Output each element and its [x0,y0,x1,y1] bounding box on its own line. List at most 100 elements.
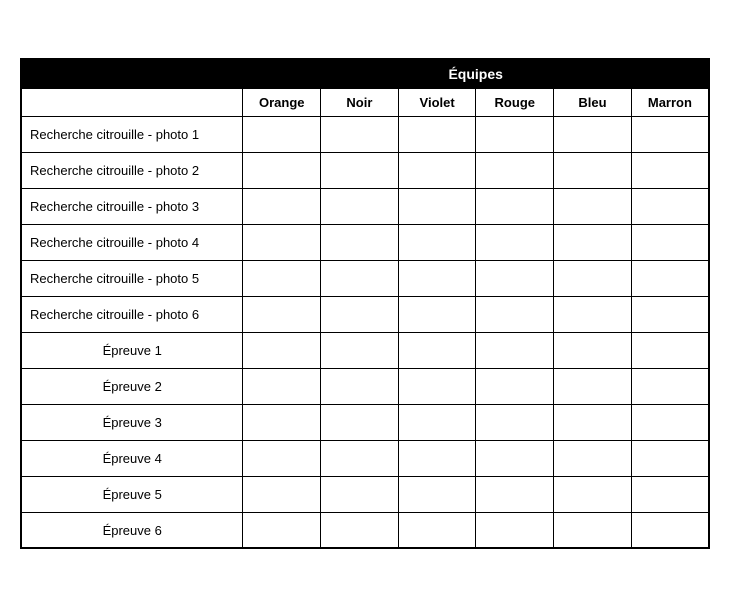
search-cell-1-5[interactable] [554,116,632,152]
epreuve-cell-5-4[interactable] [476,476,554,512]
epreuve-cell-3-4[interactable] [476,404,554,440]
epreuve-cell-5-5[interactable] [554,476,632,512]
epreuve-row-1: Épreuve 1 [21,332,709,368]
search-cell-6-5[interactable] [554,296,632,332]
search-cell-1-3[interactable] [398,116,476,152]
header-teams-row: Orange Noir Violet Rouge Bleu Marron [21,88,709,116]
search-row-1: Recherche citrouille - photo 1 [21,116,709,152]
search-cell-6-2[interactable] [321,296,399,332]
search-cell-5-5[interactable] [554,260,632,296]
search-cell-2-6[interactable] [631,152,709,188]
search-label-4: Recherche citrouille - photo 4 [21,224,243,260]
epreuve-cell-1-5[interactable] [554,332,632,368]
epreuve-cell-6-2[interactable] [321,512,399,548]
search-label-3: Recherche citrouille - photo 3 [21,188,243,224]
search-cell-3-6[interactable] [631,188,709,224]
search-cell-5-1[interactable] [243,260,321,296]
search-label-6: Recherche citrouille - photo 6 [21,296,243,332]
epreuve-cell-4-4[interactable] [476,440,554,476]
epreuve-cell-2-5[interactable] [554,368,632,404]
score-table-wrapper: Équipes Orange Noir Violet Rouge Bleu Ma… [20,58,710,550]
search-cell-3-4[interactable] [476,188,554,224]
epreuve-cell-3-3[interactable] [398,404,476,440]
search-cell-3-2[interactable] [321,188,399,224]
epreuve-cell-4-6[interactable] [631,440,709,476]
epreuve-cell-3-2[interactable] [321,404,399,440]
search-cell-5-2[interactable] [321,260,399,296]
epreuve-cell-1-2[interactable] [321,332,399,368]
search-cell-5-4[interactable] [476,260,554,296]
top-left-cell [21,59,243,89]
epreuve-label-3: Épreuve 3 [21,404,243,440]
search-cell-1-1[interactable] [243,116,321,152]
search-cell-3-1[interactable] [243,188,321,224]
epreuve-cell-1-6[interactable] [631,332,709,368]
search-label-1: Recherche citrouille - photo 1 [21,116,243,152]
epreuve-row-3: Épreuve 3 [21,404,709,440]
epreuve-cell-3-5[interactable] [554,404,632,440]
epreuve-cell-5-2[interactable] [321,476,399,512]
epreuve-cell-1-1[interactable] [243,332,321,368]
col-violet: Violet [398,88,476,116]
search-cell-4-2[interactable] [321,224,399,260]
epreuve-cell-2-4[interactable] [476,368,554,404]
epreuve-label-2: Épreuve 2 [21,368,243,404]
equipes-header: Équipes [243,59,709,89]
epreuve-label-6: Épreuve 6 [21,512,243,548]
epreuve-cell-6-4[interactable] [476,512,554,548]
header-top-row: Équipes [21,59,709,89]
epreuve-label-5: Épreuve 5 [21,476,243,512]
search-cell-4-3[interactable] [398,224,476,260]
search-cell-3-5[interactable] [554,188,632,224]
search-cell-5-6[interactable] [631,260,709,296]
search-label-2: Recherche citrouille - photo 2 [21,152,243,188]
epreuve-cell-6-3[interactable] [398,512,476,548]
epreuve-cell-2-6[interactable] [631,368,709,404]
search-cell-6-6[interactable] [631,296,709,332]
epreuve-row-2: Épreuve 2 [21,368,709,404]
epreuve-cell-2-1[interactable] [243,368,321,404]
search-cell-5-3[interactable] [398,260,476,296]
epreuve-cell-1-3[interactable] [398,332,476,368]
epreuve-cell-5-3[interactable] [398,476,476,512]
search-cell-4-5[interactable] [554,224,632,260]
epreuve-cell-2-3[interactable] [398,368,476,404]
search-cell-2-2[interactable] [321,152,399,188]
search-cell-1-4[interactable] [476,116,554,152]
search-cell-6-3[interactable] [398,296,476,332]
search-row-4: Recherche citrouille - photo 4 [21,224,709,260]
epreuve-cell-4-2[interactable] [321,440,399,476]
epreuve-cell-4-1[interactable] [243,440,321,476]
search-cell-4-1[interactable] [243,224,321,260]
epreuve-cell-6-6[interactable] [631,512,709,548]
search-cell-2-4[interactable] [476,152,554,188]
table-body: Recherche citrouille - photo 1Recherche … [21,116,709,548]
search-row-2: Recherche citrouille - photo 2 [21,152,709,188]
search-cell-2-5[interactable] [554,152,632,188]
epreuve-cell-5-1[interactable] [243,476,321,512]
search-cell-6-4[interactable] [476,296,554,332]
search-cell-4-6[interactable] [631,224,709,260]
epreuve-cell-5-6[interactable] [631,476,709,512]
epreuve-cell-2-2[interactable] [321,368,399,404]
epreuve-cell-4-3[interactable] [398,440,476,476]
score-table: Équipes Orange Noir Violet Rouge Bleu Ma… [20,58,710,550]
search-cell-2-1[interactable] [243,152,321,188]
search-row-5: Recherche citrouille - photo 5 [21,260,709,296]
epreuve-cell-6-1[interactable] [243,512,321,548]
epreuve-cell-3-1[interactable] [243,404,321,440]
epreuve-row-5: Épreuve 5 [21,476,709,512]
search-cell-4-4[interactable] [476,224,554,260]
epreuve-cell-1-4[interactable] [476,332,554,368]
col-rouge: Rouge [476,88,554,116]
epreuve-cell-6-5[interactable] [554,512,632,548]
search-cell-1-6[interactable] [631,116,709,152]
epreuve-cell-3-6[interactable] [631,404,709,440]
search-cell-1-2[interactable] [321,116,399,152]
search-cell-2-3[interactable] [398,152,476,188]
epreuve-label-4: Épreuve 4 [21,440,243,476]
empty-label-header [21,88,243,116]
search-cell-3-3[interactable] [398,188,476,224]
epreuve-cell-4-5[interactable] [554,440,632,476]
search-cell-6-1[interactable] [243,296,321,332]
